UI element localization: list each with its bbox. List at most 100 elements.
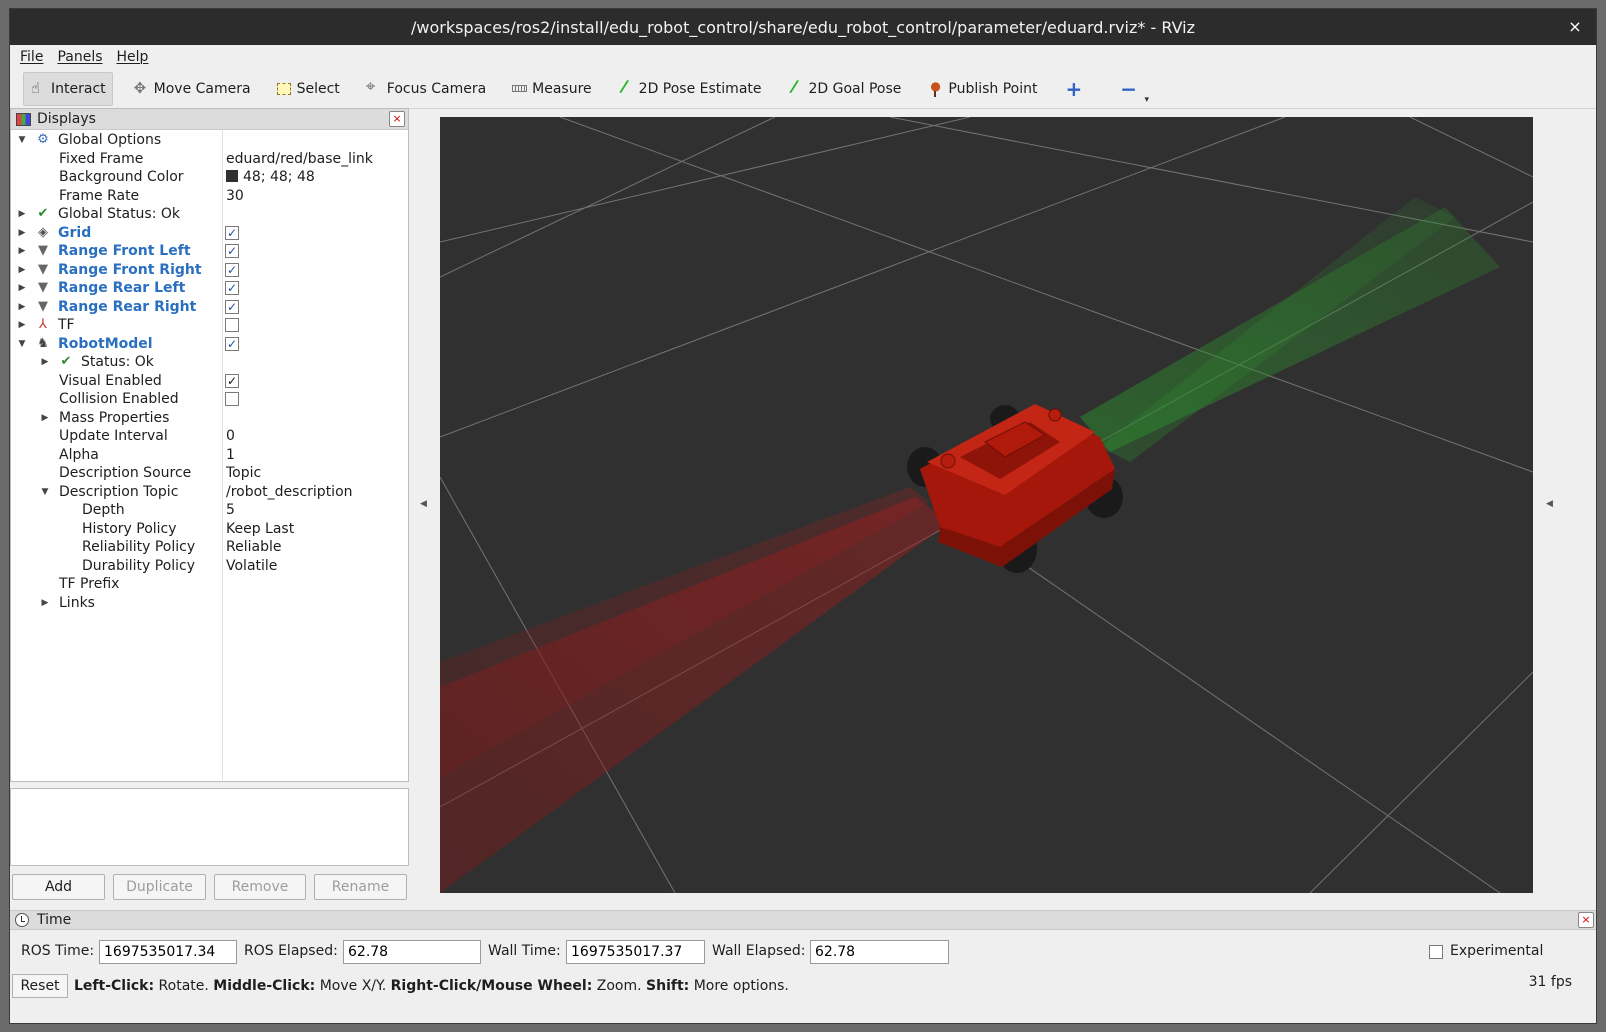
tree-value[interactable]: 30 xyxy=(226,188,244,204)
tree-row-range-rear-left[interactable]: ▶ ▼ Range Rear Left ✓ xyxy=(11,279,408,298)
tree-value[interactable]: 0 xyxy=(226,428,235,444)
add-button[interactable]: Add xyxy=(12,874,105,900)
range-front-right-checkbox[interactable]: ✓ xyxy=(225,262,239,277)
robot-model-checkbox[interactable]: ✓ xyxy=(225,336,239,351)
tree-value[interactable]: Keep Last xyxy=(226,521,294,537)
tree-row-description-topic[interactable]: ▼ Description Topic /robot_description xyxy=(11,483,408,502)
tree-row-depth[interactable]: Depth 5 xyxy=(11,501,408,520)
collision-enabled-checkbox[interactable] xyxy=(225,392,239,406)
tree-value[interactable]: Topic xyxy=(226,465,261,481)
tree-value[interactable]: /robot_description xyxy=(226,484,353,500)
tree-value[interactable]: eduard/red/base_link xyxy=(226,151,373,167)
menu-help[interactable]: Help xyxy=(117,49,149,65)
range-cone-icon: ▼ xyxy=(38,298,48,314)
menu-panels[interactable]: Panels xyxy=(57,49,102,65)
measure-tool-button[interactable]: Measure xyxy=(506,72,598,106)
tree-row-grid[interactable]: ▶ ◈ Grid ✓ xyxy=(11,224,408,243)
visual-enabled-checkbox[interactable]: ✓ xyxy=(225,373,239,388)
displays-close-button[interactable]: × xyxy=(389,111,405,127)
select-icon xyxy=(276,82,291,95)
tree-row-visual-enabled[interactable]: Visual Enabled ✓ xyxy=(11,372,408,391)
goal-pose-tool-button[interactable]: 2D Goal Pose xyxy=(782,72,908,106)
expand-arrow-icon[interactable]: ▶ xyxy=(17,302,27,312)
range-rear-right-checkbox[interactable]: ✓ xyxy=(225,299,239,314)
range-front-left-checkbox[interactable]: ✓ xyxy=(225,244,239,258)
expand-arrow-icon[interactable]: ▶ xyxy=(17,209,27,219)
tree-row-history-policy[interactable]: History Policy Keep Last xyxy=(11,520,408,539)
window-close-button[interactable]: × xyxy=(1564,16,1586,38)
publish-point-tool-button[interactable]: Publish Point xyxy=(921,72,1043,106)
tree-row-collision-enabled[interactable]: Collision Enabled xyxy=(11,390,408,409)
tree-label: Global Options xyxy=(58,132,162,149)
time-close-button[interactable]: × xyxy=(1578,912,1594,928)
expand-arrow-icon[interactable]: ▶ xyxy=(17,283,27,293)
tree-row-fixed-frame[interactable]: Fixed Frame eduard/red/base_link xyxy=(11,150,408,169)
collapse-left-arrow-icon[interactable]: ◀ xyxy=(420,499,427,509)
tree-row-global-status[interactable]: ▶ ✔ Global Status: Ok xyxy=(11,205,408,224)
select-tool-button[interactable]: Select xyxy=(271,72,346,106)
rviz-window: /workspaces/ros2/install/edu_robot_contr… xyxy=(9,8,1597,1024)
menu-file[interactable]: File xyxy=(20,49,43,65)
tree-row-range-rear-right[interactable]: ▶ ▼ Range Rear Right ✓ xyxy=(11,298,408,317)
move-camera-tool-button[interactable]: Move Camera xyxy=(127,72,257,106)
ros-elapsed-field[interactable] xyxy=(343,940,481,964)
tree-value[interactable]: 5 xyxy=(226,502,235,518)
tree-label: Fixed Frame xyxy=(59,150,144,167)
tree-row-status-ok[interactable]: ▶ ✔ Status: Ok xyxy=(11,353,408,372)
expand-arrow-icon[interactable]: ▶ xyxy=(17,265,27,275)
3d-render-viewport[interactable] xyxy=(440,117,1533,893)
tree-value[interactable]: 48; 48; 48 xyxy=(226,169,315,185)
remove-button[interactable]: Remove xyxy=(214,874,306,900)
expand-arrow-icon[interactable]: ▶ xyxy=(17,228,27,238)
tree-row-update-interval[interactable]: Update Interval 0 xyxy=(11,427,408,446)
tree-row-mass-properties[interactable]: ▶ Mass Properties xyxy=(11,409,408,428)
rename-button[interactable]: Rename xyxy=(314,874,407,900)
tree-label: Visual Enabled xyxy=(59,372,162,389)
tree-row-background-color[interactable]: Background Color 48; 48; 48 xyxy=(11,168,408,187)
tf-axes-icon: ⅄ xyxy=(39,317,47,333)
hint-key: Shift: xyxy=(646,978,690,994)
interact-tool-button[interactable]: Interact xyxy=(23,71,113,106)
wall-elapsed-field[interactable] xyxy=(810,940,949,964)
hint-text: More options. xyxy=(689,978,789,994)
toolbar: Interact Move Camera Select Focus Camera… xyxy=(10,69,1596,109)
tree-row-global-options[interactable]: ▼ ⚙ Global Options xyxy=(11,131,408,150)
ros-time-field[interactable] xyxy=(99,940,237,964)
tf-checkbox[interactable] xyxy=(225,318,239,332)
tree-row-alpha[interactable]: Alpha 1 xyxy=(11,446,408,465)
grid-checkbox[interactable]: ✓ xyxy=(225,225,239,240)
tree-row-tf[interactable]: ▶ ⅄ TF xyxy=(11,316,408,335)
tree-row-frame-rate[interactable]: Frame Rate 30 xyxy=(11,187,408,206)
tree-label: Grid xyxy=(58,224,92,241)
add-tool-button[interactable]: + xyxy=(1066,77,1083,101)
expand-arrow-icon[interactable]: ▶ xyxy=(40,598,50,608)
displays-button-row: Add Duplicate Remove Rename xyxy=(12,874,415,900)
expand-arrow-icon[interactable]: ▶ xyxy=(17,246,27,256)
tree-row-range-front-left[interactable]: ▶ ▼ Range Front Left ✓ xyxy=(11,242,408,261)
focus-camera-tool-button[interactable]: Focus Camera xyxy=(360,72,492,106)
reset-button[interactable]: Reset xyxy=(12,974,68,998)
tree-value[interactable]: Volatile xyxy=(226,558,277,574)
experimental-checkbox[interactable] xyxy=(1429,945,1443,959)
tree-row-reliability-policy[interactable]: Reliability Policy Reliable xyxy=(11,538,408,557)
tree-row-robot-model[interactable]: ▼ ♞ RobotModel ✓ xyxy=(11,335,408,354)
wall-time-field[interactable] xyxy=(566,940,705,964)
collapse-right-arrow-icon[interactable]: ◀ xyxy=(1546,499,1553,509)
tree-row-description-source[interactable]: Description Source Topic xyxy=(11,464,408,483)
tree-row-tf-prefix[interactable]: TF Prefix xyxy=(11,575,408,594)
expand-arrow-icon[interactable]: ▶ xyxy=(17,320,27,330)
tree-value[interactable]: 1 xyxy=(226,447,235,463)
duplicate-button[interactable]: Duplicate xyxy=(113,874,206,900)
pose-estimate-tool-button[interactable]: 2D Pose Estimate xyxy=(612,72,768,106)
tree-row-durability-policy[interactable]: Durability Policy Volatile xyxy=(11,557,408,576)
expand-arrow-icon[interactable]: ▶ xyxy=(40,413,50,423)
expand-arrow-icon[interactable]: ▼ xyxy=(40,487,50,497)
expand-arrow-icon[interactable]: ▼ xyxy=(17,339,27,349)
expand-arrow-icon[interactable]: ▶ xyxy=(40,357,50,367)
tree-row-links[interactable]: ▶ Links xyxy=(11,594,408,613)
remove-tool-button[interactable]: − ▾ xyxy=(1120,77,1149,105)
tree-row-range-front-right[interactable]: ▶ ▼ Range Front Right ✓ xyxy=(11,261,408,280)
tree-value[interactable]: Reliable xyxy=(226,539,281,555)
expand-arrow-icon[interactable]: ▼ xyxy=(17,135,27,145)
range-rear-left-checkbox[interactable]: ✓ xyxy=(225,281,239,295)
